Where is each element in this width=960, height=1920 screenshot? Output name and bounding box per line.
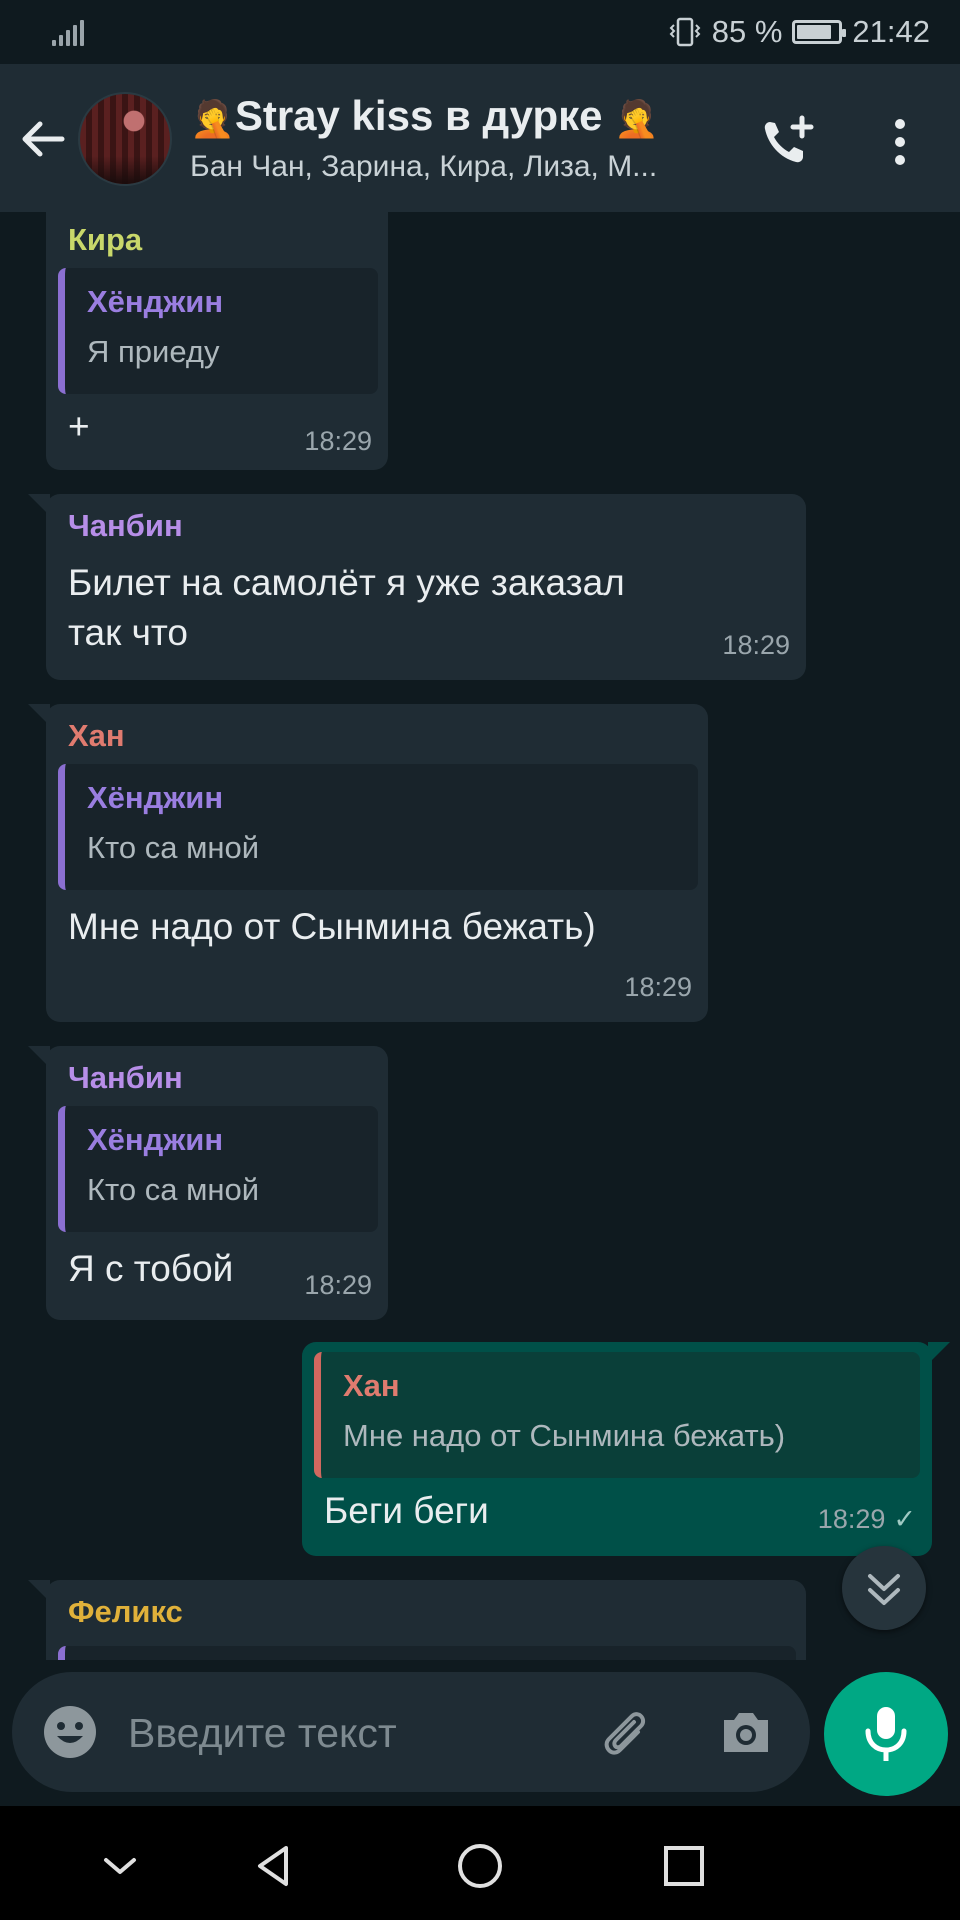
message-bubble[interactable]: Кира Хёнджин Я приеду + 18:29 (46, 212, 388, 470)
nav-recents-icon[interactable] (660, 1842, 708, 1890)
sender-name: Феликс (68, 1594, 183, 1629)
group-members[interactable]: Бан Чан, Зарина, Кира, Лиза, М... (190, 150, 730, 184)
add-call-icon[interactable] (758, 114, 818, 170)
back-arrow-icon[interactable] (18, 114, 68, 164)
bubble-tail (28, 704, 50, 726)
message-bubble[interactable]: Феликс (28, 1580, 806, 1660)
more-vert-icon[interactable] (880, 114, 920, 170)
outgoing-message-bubble[interactable]: Хан Мне надо от Сынмина бежать) Беги бег… (302, 1342, 950, 1556)
message-time: 18:29 (304, 1270, 372, 1300)
scroll-to-bottom-button[interactable] (842, 1546, 926, 1630)
message-text: Билет на самолёт я уже заказал так что (68, 558, 625, 658)
double-chevron-down-icon (868, 1574, 900, 1605)
quoted-message[interactable]: Хан Мне надо от Сынмина бежать) (314, 1352, 920, 1478)
message-time-value: 18:29 (817, 1504, 886, 1534)
bubble-tail (28, 494, 50, 516)
quote-text: Кто са мной (87, 830, 260, 865)
message-list[interactable]: Кира Хёнджин Я приеду + 18:29 Чанбин Бил… (0, 212, 960, 1660)
message-time: 18:29 (304, 426, 372, 456)
message-bubble[interactable]: Чанбин Билет на самолёт я уже заказал та… (28, 494, 806, 680)
bubble-tail (28, 1046, 50, 1068)
message-input[interactable]: Введите текст (128, 1710, 397, 1757)
system-navigation-bar (0, 1806, 960, 1920)
battery-icon (792, 20, 847, 44)
message-line: так что (68, 612, 188, 653)
nav-back-icon[interactable] (250, 1842, 298, 1890)
group-title[interactable]: 🤦Stray kiss в дурке 🤦 (190, 92, 659, 140)
group-name: Stray kiss в дурке (234, 92, 603, 139)
chat-header: 🤦Stray kiss в дурке 🤦 Бан Чан, Зарина, К… (0, 64, 960, 212)
nav-home-icon[interactable] (456, 1842, 504, 1890)
quoted-message[interactable]: Хёнджин Кто са мной (58, 1106, 378, 1232)
quote-author: Хёнджин (87, 1122, 224, 1157)
message-composer[interactable]: Введите текст (12, 1672, 810, 1792)
clock: 21:42 (852, 14, 930, 49)
emoji-icon[interactable] (42, 1704, 98, 1760)
group-avatar[interactable] (78, 92, 172, 186)
facepalm-emoji: 🤦 (190, 97, 235, 139)
message-bubble[interactable]: Чанбин Хёнджин Кто са мной Я с тобой 18:… (28, 1046, 388, 1320)
mic-icon (865, 1707, 907, 1761)
quoted-message (58, 1646, 796, 1660)
voice-record-button[interactable] (824, 1672, 948, 1796)
bubble-tail (28, 1580, 50, 1602)
message-text: Мне надо от Сынмина бежать) (68, 906, 596, 947)
quote-text: Кто са мной (87, 1172, 260, 1207)
message-time: 18:29 (722, 630, 790, 660)
sender-name: Хан (68, 718, 125, 753)
message-text: Я с тобой (68, 1248, 234, 1289)
message-bubble[interactable]: Хан Хёнджин Кто са мной Мне надо от Сынм… (28, 704, 708, 1022)
battery-level (797, 25, 831, 39)
quote-text: Я приеду (87, 334, 220, 369)
vibrate-icon (669, 17, 701, 47)
status-bar: 85 % 21:42 (0, 0, 960, 64)
signal-icon (52, 20, 84, 46)
camera-icon[interactable] (718, 1704, 774, 1760)
attach-icon[interactable] (594, 1702, 654, 1762)
sender-name: Чанбин (68, 1060, 183, 1095)
sent-check-icon: ✓ (893, 1504, 916, 1534)
message-line: Билет на самолёт я уже заказал (68, 562, 625, 603)
message-time: 18:29 (624, 972, 692, 1002)
quoted-message[interactable]: Хёнджин Я приеду (58, 268, 378, 394)
quote-author: Хёнджин (87, 780, 224, 815)
nav-hide-icon[interactable] (96, 1842, 144, 1890)
quote-text: Мне надо от Сынмина бежать) (343, 1418, 786, 1453)
message-text: + (68, 406, 90, 447)
sender-name: Кира (68, 222, 143, 257)
quote-author: Хёнджин (87, 284, 224, 319)
battery-percent: 85 % (711, 14, 783, 49)
bubble-tail (928, 1342, 950, 1364)
quote-author: Хан (343, 1368, 400, 1403)
facepalm-emoji: 🤦 (614, 97, 659, 139)
sender-name: Чанбин (68, 508, 183, 543)
message-time: 18:29 ✓ (818, 1504, 916, 1535)
message-text: Беги беги (324, 1490, 489, 1531)
quoted-message[interactable]: Хёнджин Кто са мной (58, 764, 698, 890)
